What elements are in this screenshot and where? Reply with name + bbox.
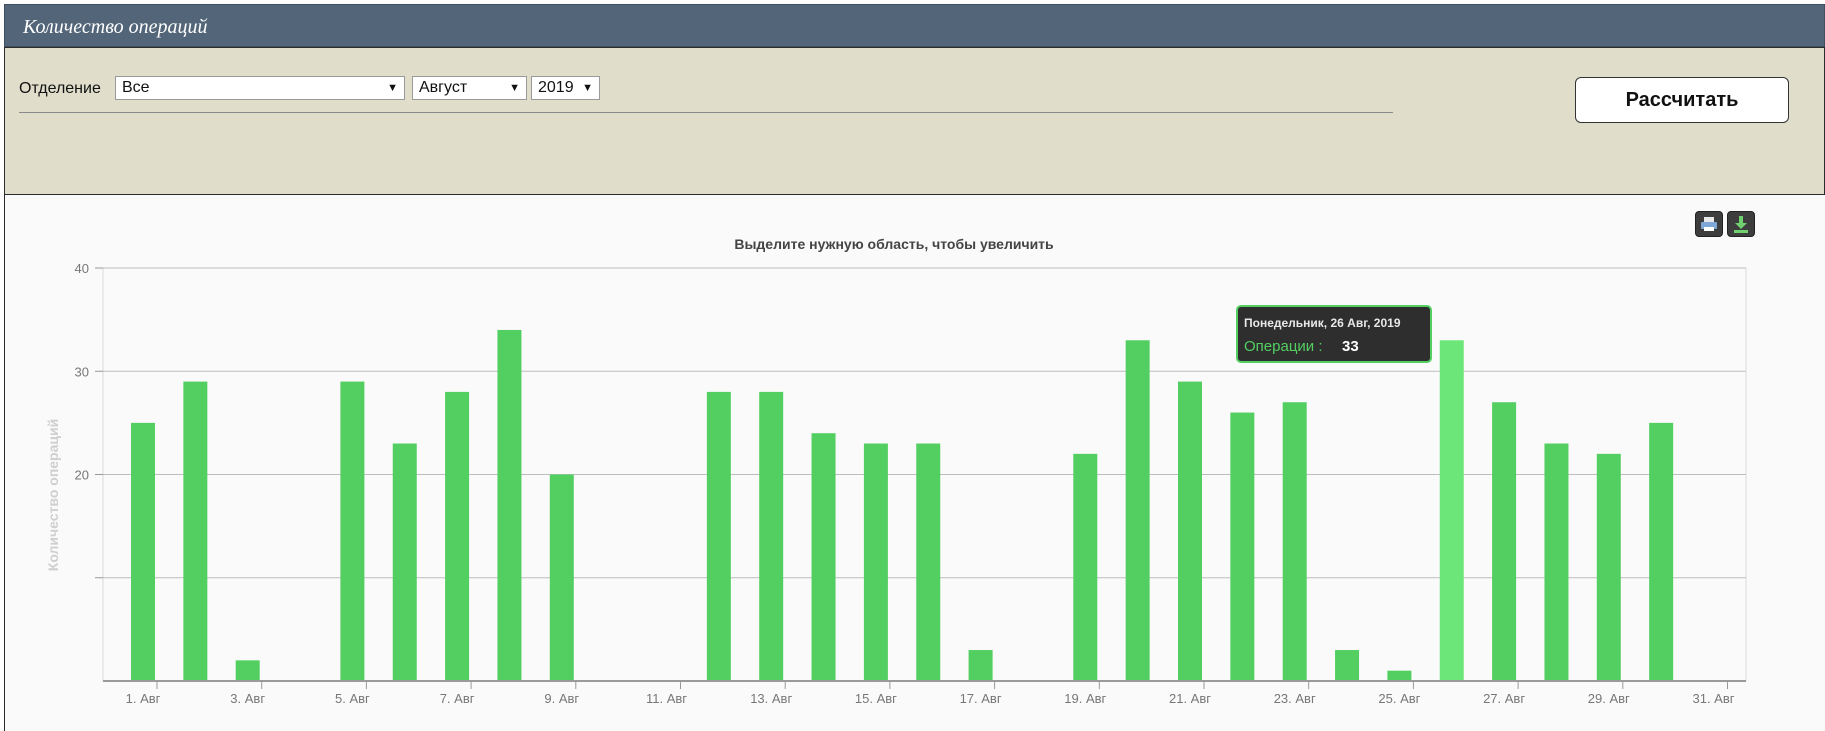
bar: [1492, 402, 1517, 681]
x-tick-label: 13. Авг: [750, 691, 792, 706]
chart-tooltip: Понедельник, 26 Авг, 2019 Операции : 33: [1236, 305, 1432, 363]
x-tick-label: 7. Авг: [440, 691, 475, 706]
y-tick-label: 30: [75, 364, 89, 379]
x-tick-label: 1. Авг: [126, 691, 161, 706]
x-tick-label: 29. Авг: [1588, 691, 1630, 706]
x-tick-label: 15. Авг: [855, 691, 897, 706]
chart-title: Выделите нужную область, чтобы увеличить: [734, 236, 1054, 252]
bar: [1649, 422, 1674, 681]
bar: [392, 443, 417, 681]
x-tick-label: 27. Авг: [1483, 691, 1525, 706]
x-tick-label: 3. Авг: [230, 691, 265, 706]
bar: [759, 391, 784, 681]
x-tick-label: 9. Авг: [544, 691, 579, 706]
x-tick-label: 17. Авг: [960, 691, 1002, 706]
bar: [863, 443, 888, 681]
bar: [1387, 670, 1412, 681]
bar: [1178, 381, 1202, 681]
bar: [445, 391, 470, 681]
x-tick-label: 5. Авг: [335, 691, 370, 706]
tooltip-value: 33: [1342, 338, 1359, 355]
bar: [1596, 453, 1621, 681]
y-tick-label: 40: [75, 261, 89, 276]
x-tick-label: 25. Авг: [1378, 691, 1420, 706]
bar: [968, 650, 993, 681]
bar: [1439, 340, 1464, 681]
x-tick-label: 19. Авг: [1064, 691, 1106, 706]
bar: [1335, 650, 1360, 681]
bar-series: [131, 329, 1674, 681]
bar: [549, 474, 574, 681]
bar: [183, 381, 208, 681]
bar: [340, 381, 365, 681]
bar: [706, 391, 731, 681]
bar: [1073, 453, 1098, 681]
bar: [131, 422, 155, 681]
bar: [1125, 340, 1150, 681]
bar: [916, 443, 941, 681]
tooltip-title: Понедельник, 26 Авг, 2019: [1244, 316, 1401, 330]
bar: [1544, 443, 1569, 681]
bar: [497, 329, 522, 681]
bar: [1230, 412, 1255, 681]
bar: [811, 433, 836, 681]
y-axis-title: Количество операций: [45, 419, 61, 571]
bar: [1282, 402, 1307, 681]
x-tick-label: 11. Авг: [646, 691, 687, 706]
y-tick-label: 20: [75, 468, 89, 483]
x-tick-label: 23. Авг: [1274, 691, 1316, 706]
x-tick-label: 31. Авг: [1692, 691, 1734, 706]
operations-chart[interactable]: 20 30 40 1. Авг 3. Авг 5. Авг 7. Авг 9. Авг 11. …: [0, 0, 1825, 731]
tooltip-series-label: Операции :: [1244, 338, 1323, 355]
x-tick-label: 21. Авг: [1169, 691, 1211, 706]
bar: [235, 660, 260, 681]
